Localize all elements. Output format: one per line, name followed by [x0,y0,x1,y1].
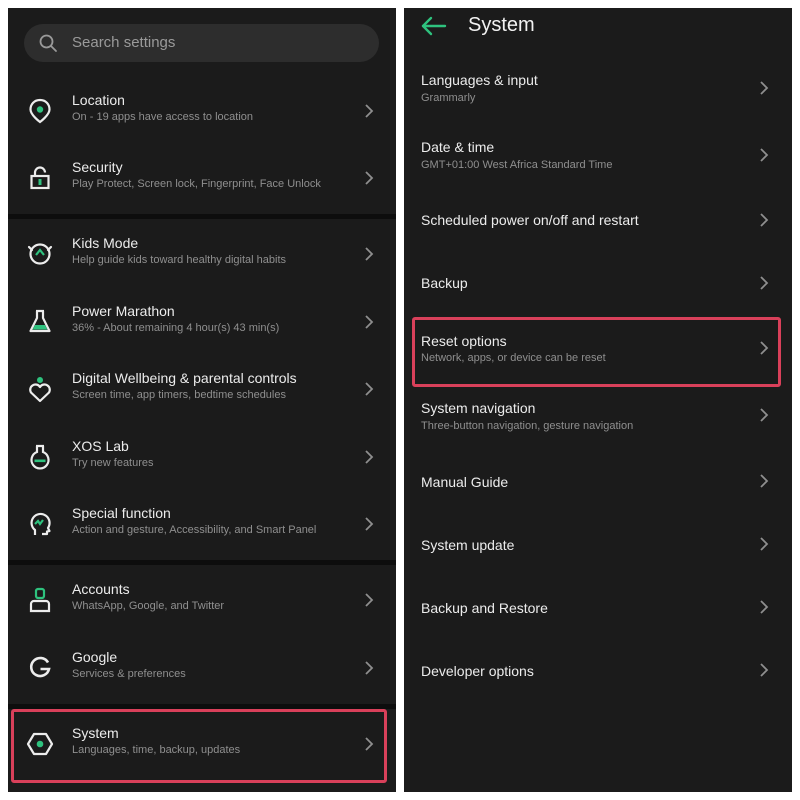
item-title: Security [72,159,123,175]
chevron-right-icon [760,341,769,355]
system-item-date-time[interactable]: Date & time GMT+01:00 West Africa Standa… [404,125,792,187]
chevron-right-icon [365,517,374,531]
system-item-reset-options[interactable]: Reset options Network, apps, or device c… [404,320,792,382]
item-subtitle: Services & preferences [72,668,186,680]
chevron-right-icon [365,171,374,185]
location-icon [29,98,51,124]
page-title: System [468,14,535,36]
system-hexagon-icon [26,732,54,756]
chevron-right-icon [760,213,769,227]
item-subtitle: On - 19 apps have access to location [72,111,253,123]
item-subtitle: WhatsApp, Google, and Twitter [72,600,225,612]
settings-item-security[interactable]: Security Play Protect, Screen lock, Fing… [8,145,396,211]
item-title: Power Marathon [72,303,175,319]
chevron-right-icon [760,537,769,551]
item-subtitle: 36% - About remaining 4 hour(s) 43 min(s… [72,322,280,334]
system-settings-panel: System Languages & input Grammarly Date … [404,8,792,792]
chevron-right-icon [365,661,374,675]
chevron-right-icon [760,81,769,95]
item-subtitle: Play Protect, Screen lock, Fingerprint, … [72,178,321,190]
settings-item-special-function[interactable]: Special function Action and gesture, Acc… [8,491,396,557]
search-icon [39,34,57,52]
item-title: System [72,725,119,741]
item-title: Digital Wellbeing & parental controls [72,370,297,386]
item-title: Manual Guide [421,474,509,490]
item-title: Accounts [72,581,130,597]
item-title: Reset options [421,333,507,349]
item-subtitle: Languages, time, backup, updates [72,744,241,756]
section-divider [8,214,396,219]
lock-icon [30,166,50,190]
settings-item-location[interactable]: Location On - 19 apps have access to loc… [8,78,396,144]
chevron-right-icon [365,247,374,261]
item-subtitle: Action and gesture, Accessibility, and S… [72,524,317,536]
head-gesture-icon [30,512,51,536]
item-title: Languages & input [421,72,538,88]
system-item-system-update[interactable]: System update [404,519,792,569]
search-input[interactable]: Search settings [72,34,175,51]
chevron-right-icon [760,148,769,162]
system-item-system-navigation[interactable]: System navigation Three-button navigatio… [404,388,792,450]
item-subtitle: Screen time, app timers, bedtime schedul… [72,389,286,401]
system-item-backup-restore[interactable]: Backup and Restore [404,582,792,632]
chevron-right-icon [760,663,769,677]
section-divider [8,704,396,709]
item-subtitle: Grammarly [421,92,476,104]
item-title: XOS Lab [72,438,129,454]
settings-item-xos-lab[interactable]: XOS Lab Try new features [8,424,396,490]
item-title: Kids Mode [72,235,139,251]
chevron-right-icon [365,315,374,329]
system-item-scheduled-power[interactable]: Scheduled power on/off and restart [404,194,792,244]
chevron-right-icon [365,737,374,751]
item-title: Backup and Restore [421,600,548,616]
chevron-right-icon [365,450,374,464]
flask-icon [29,309,51,333]
item-title: System update [421,537,515,553]
settings-main-panel: Search settings Location On - 19 apps ha… [8,8,396,792]
google-icon [29,656,51,678]
item-subtitle: Three-button navigation, gesture navigat… [421,420,634,432]
item-title: Developer options [421,663,534,679]
kids-mode-icon [27,243,53,265]
item-title: Backup [421,275,468,291]
chevron-right-icon [760,600,769,614]
chevron-right-icon [365,104,374,118]
item-title: Google [72,649,118,665]
settings-item-system[interactable]: System Languages, time, backup, updates [8,711,396,777]
item-subtitle: GMT+01:00 West Africa Standard Time [421,159,613,171]
chevron-right-icon [365,593,374,607]
account-icon [29,587,51,613]
section-divider [8,560,396,565]
chevron-right-icon [760,276,769,290]
system-item-backup[interactable]: Backup [404,257,792,307]
system-item-manual-guide[interactable]: Manual Guide [404,456,792,506]
settings-item-kids-mode[interactable]: Kids Mode Help guide kids toward healthy… [8,221,396,287]
item-title: Location [72,92,125,108]
item-title: System navigation [421,400,536,416]
search-bar[interactable]: Search settings [24,24,379,62]
chevron-right-icon [760,408,769,422]
item-subtitle: Help guide kids toward healthy digital h… [72,254,287,266]
item-title: Scheduled power on/off and restart [421,212,639,228]
settings-item-digital-wellbeing[interactable]: Digital Wellbeing & parental controls Sc… [8,356,396,422]
back-arrow-icon[interactable] [420,14,448,38]
chevron-right-icon [365,382,374,396]
system-item-developer-options[interactable]: Developer options [404,645,792,695]
system-item-languages-input[interactable]: Languages & input Grammarly [404,58,792,120]
item-title: Date & time [421,139,495,155]
chevron-right-icon [760,474,769,488]
settings-item-power-marathon[interactable]: Power Marathon 36% - About remaining 4 h… [8,289,396,355]
item-subtitle: Network, apps, or device can be reset [421,352,606,364]
lab-flask-icon [30,444,50,470]
item-title: Special function [72,505,171,521]
wellbeing-heart-icon [29,377,51,403]
settings-item-accounts[interactable]: Accounts WhatsApp, Google, and Twitter [8,567,396,633]
settings-item-google[interactable]: Google Services & preferences [8,635,396,701]
item-subtitle: Try new features [72,457,154,469]
